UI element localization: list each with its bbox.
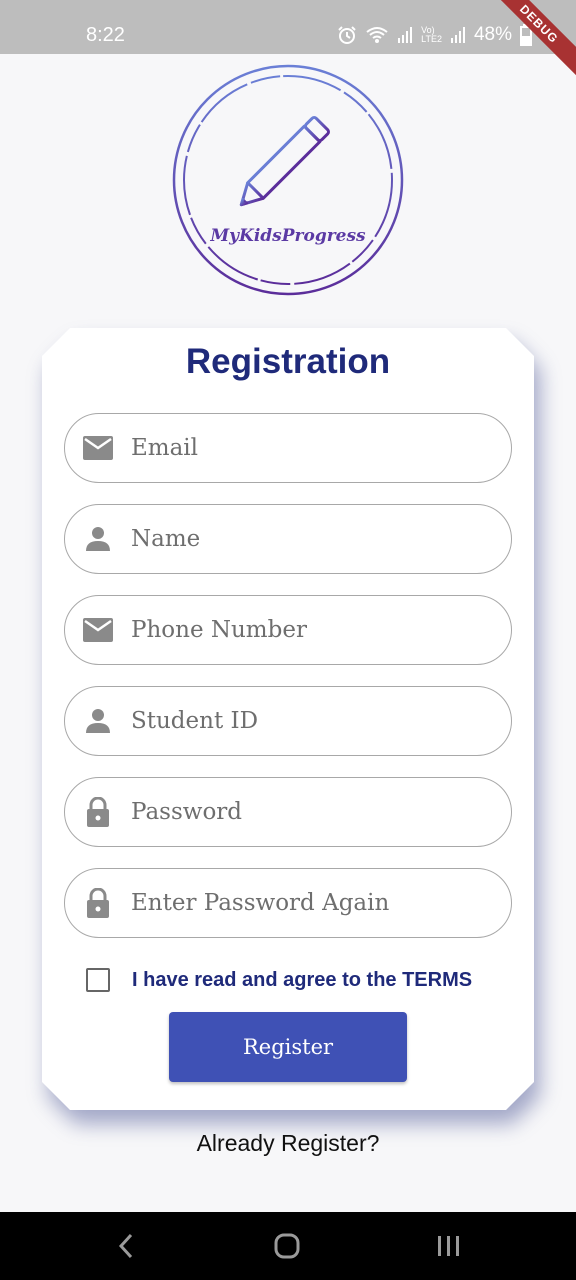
confirm-password-input[interactable] <box>131 890 511 916</box>
person-icon <box>81 522 115 556</box>
terms-label[interactable]: I have read and agree to the TERMS <box>132 969 472 992</box>
email-field[interactable] <box>64 413 512 483</box>
terms-row: I have read and agree to the TERMS <box>86 966 472 994</box>
volte-label: Vo) LTE2 <box>421 26 442 44</box>
name-field[interactable] <box>64 504 512 574</box>
status-bar: 8:22 Vo) LTE2 48% DEBUG <box>0 0 576 85</box>
pencil-logo-icon <box>172 64 404 296</box>
password-field[interactable] <box>64 777 512 847</box>
registration-card: Registration Email Name Phone Number Stu… <box>42 328 534 1110</box>
student-id-input[interactable] <box>131 708 511 734</box>
lock-icon <box>81 886 115 920</box>
password-input[interactable] <box>131 799 511 825</box>
phone-number-input[interactable] <box>131 617 511 643</box>
signal-icon <box>397 26 413 44</box>
email-input[interactable] <box>131 435 511 461</box>
lock-icon <box>81 795 115 829</box>
battery-percent: 48% <box>473 24 512 45</box>
student-id-field[interactable] <box>64 686 512 756</box>
page-title: Registration <box>185 342 391 381</box>
mail-icon <box>81 613 115 647</box>
mail-icon <box>81 431 115 465</box>
lte-text: LTE2 <box>421 34 442 44</box>
name-input[interactable] <box>131 526 511 552</box>
phone-number-field[interactable] <box>64 595 512 665</box>
terms-checkbox[interactable] <box>86 968 110 992</box>
person-icon <box>81 704 115 738</box>
wifi-icon <box>365 25 389 45</box>
home-icon[interactable] <box>273 1232 301 1260</box>
recent-apps-icon[interactable] <box>436 1232 462 1260</box>
status-icons: Vo) LTE2 48% <box>337 22 532 48</box>
app-logo: MyKidsProgress <box>172 64 404 296</box>
alarm-icon <box>337 25 357 45</box>
already-register-link[interactable]: Already Register? <box>0 1130 576 1157</box>
back-icon[interactable] <box>116 1232 136 1260</box>
logo-text: MyKidsProgress <box>210 226 366 246</box>
registration-card-body: Registration Email Name Phone Number Stu… <box>42 328 534 1110</box>
navigation-bar <box>0 1212 576 1280</box>
register-button[interactable]: Register <box>169 1012 407 1082</box>
status-time: 8:22 <box>86 24 125 46</box>
confirm-password-field[interactable] <box>64 868 512 938</box>
signal-icon-2 <box>450 26 466 44</box>
